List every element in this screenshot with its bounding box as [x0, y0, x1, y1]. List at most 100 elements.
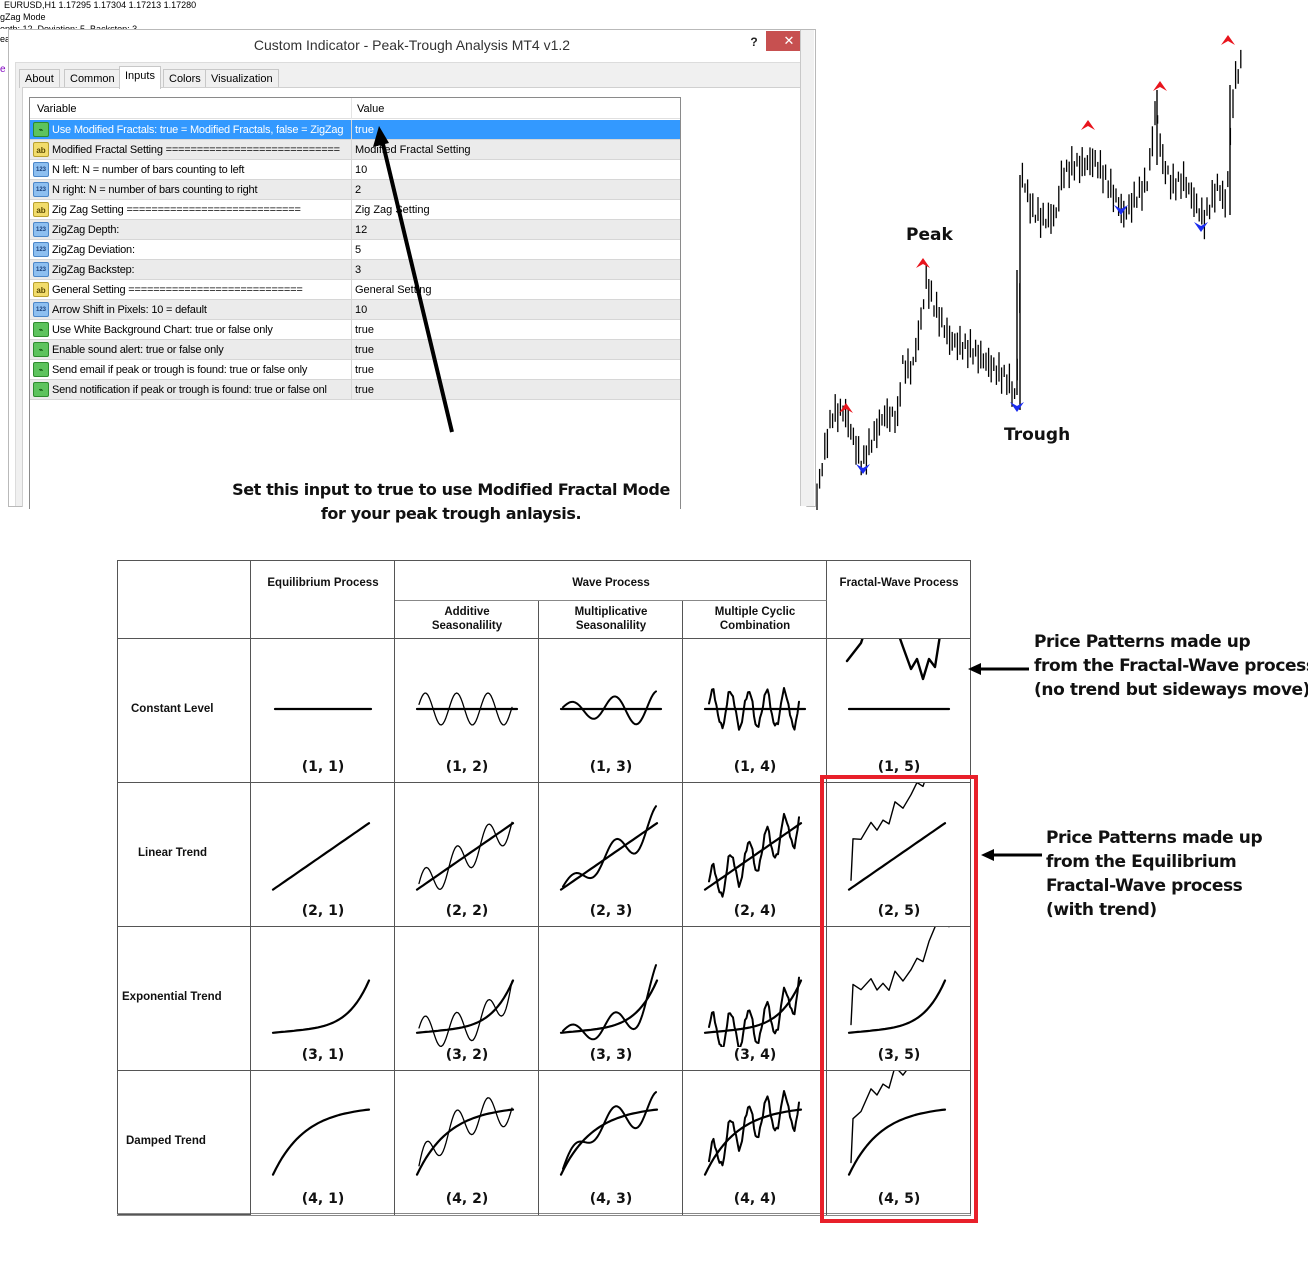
pattern-sketch: [271, 979, 371, 1034]
pattern-sketch: [559, 690, 663, 726]
header-additive: Additive Seasonalility: [395, 601, 539, 639]
row-label: Constant Level: [131, 703, 214, 715]
note-efw-line-3: Fractal-Wave process: [1046, 876, 1243, 896]
cell-coordinate-label: (1, 4): [733, 759, 777, 775]
cell-coordinate-label: (1, 1): [301, 759, 345, 775]
header-additive-l1: Additive: [444, 606, 490, 618]
row-label: Damped Trend: [126, 1135, 206, 1147]
peak-arrow-icon: [1081, 120, 1095, 130]
trend-line: [559, 822, 659, 891]
seasonal-wave: [562, 964, 657, 1041]
pattern-cell: (1, 5): [827, 639, 971, 783]
pattern-cell: (4, 1): [251, 1071, 395, 1215]
pattern-cell: (3, 3): [539, 927, 683, 1071]
cell-coordinate-label: (2, 1): [301, 903, 345, 919]
pattern-sketch: [559, 964, 659, 1041]
pattern-cell: (1, 4): [683, 639, 827, 783]
seasonal-wave: [418, 1097, 513, 1167]
cell-coordinate-label: (4, 2): [445, 1191, 489, 1207]
cell-coordinate-label: (1, 2): [445, 759, 489, 775]
pattern-cell: (1, 2): [395, 639, 539, 783]
pattern-cell: (4, 4): [683, 1071, 827, 1215]
cyclic-wave: [708, 812, 800, 898]
pattern-cell: (2, 4): [683, 783, 827, 927]
pointer-arrow-icon: [373, 126, 454, 433]
trend-line: [271, 1108, 371, 1176]
header-wave-label: Wave Process: [572, 577, 650, 589]
header-cyclic-l1: Multiple Cyclic: [714, 606, 796, 618]
header-additive-l2: Seasonalility: [431, 620, 503, 632]
row-header-cell: Linear Trend: [118, 783, 251, 927]
cell-coordinate-label: (2, 2): [445, 903, 489, 919]
header-equilibrium-label: Equilibrium Process: [267, 577, 379, 589]
note-equilibrium-fractal-wave: Price Patterns made up from the Equilibr…: [1046, 826, 1263, 922]
note-arrow-icon: [968, 663, 1029, 675]
pattern-sketch: [703, 1090, 803, 1176]
pattern-sketch: [559, 1091, 659, 1176]
custom-indicator-dialog: Custom Indicator - Peak-Trough Analysis …: [8, 29, 816, 523]
cyclic-wave: [708, 976, 800, 1047]
pattern-cell: (1, 1): [251, 639, 395, 783]
pattern-cell: (4, 2): [395, 1071, 539, 1215]
pattern-sketch: [415, 692, 519, 726]
pattern-sketch: [703, 976, 803, 1047]
fractal-wave: [845, 639, 941, 681]
trough-arrow-icon: [1194, 222, 1208, 232]
note-fw-line-1: Price Patterns made up: [1034, 632, 1251, 652]
row-header-cell: Constant Level: [118, 639, 251, 783]
cell-coordinate-label: (3, 4): [733, 1047, 777, 1063]
header-fractal-wave: Fractal-Wave Process: [827, 561, 971, 639]
pattern-sketch: [271, 1108, 371, 1176]
peak-arrow-icon: [1153, 81, 1167, 91]
pattern-cell: (2, 2): [395, 783, 539, 927]
trough-arrow-icon: [1010, 402, 1024, 412]
note-arrow-icon-2: [981, 849, 1042, 861]
pattern-cell: (3, 1): [251, 927, 395, 1071]
trough-label: Trough: [1004, 425, 1071, 445]
row-header-cell: Damped Trend: [118, 1071, 251, 1215]
cell-coordinate-label: (3, 3): [589, 1047, 633, 1063]
seasonal-wave: [562, 690, 657, 726]
pattern-cell: (4, 3): [539, 1071, 683, 1215]
note-fw-line-2: from the Fractal-Wave process: [1034, 656, 1308, 676]
header-fractal-wave-label: Fractal-Wave Process: [839, 577, 959, 589]
seasonal-wave: [418, 980, 513, 1047]
note-efw-line-4: (with trend): [1046, 900, 1157, 920]
trough-arrow-icon: [856, 464, 870, 474]
row-label: Exponential Trend: [122, 991, 222, 1003]
pattern-sketch: [703, 812, 803, 898]
peak-arrow-icon: [1221, 35, 1235, 45]
note-fw-line-3: (no trend but sideways move): [1034, 680, 1308, 700]
note-efw-line-2: from the Equilibrium: [1046, 852, 1237, 872]
trend-line: [271, 822, 371, 891]
pattern-sketch: [415, 979, 515, 1047]
header-multiplicative-l1: Multiplicative: [574, 606, 648, 618]
mode-label: gZag Mode: [0, 12, 46, 22]
pattern-sketch: [273, 707, 373, 711]
cell-coordinate-label: (2, 4): [733, 903, 777, 919]
header-multiplicative: Multiplicative Seasonalility: [539, 601, 683, 639]
pattern-cell: (2, 3): [539, 783, 683, 927]
pattern-cell: (1, 3): [539, 639, 683, 783]
highlight-box: [820, 775, 978, 1223]
seasonal-wave: [562, 805, 657, 888]
pattern-sketch: [415, 821, 515, 891]
header-equilibrium: Equilibrium Process: [251, 561, 395, 639]
header-wave: Wave Process: [395, 561, 827, 601]
header-corner: [118, 561, 251, 639]
pattern-cell: (3, 4): [683, 927, 827, 1071]
pattern-sketch: [703, 687, 807, 731]
row-header-cell: Exponential Trend: [118, 927, 251, 1071]
cell-coordinate-label: (3, 2): [445, 1047, 489, 1063]
cell-coordinate-label: (2, 3): [589, 903, 633, 919]
note-fractal-wave: Price Patterns made up from the Fractal-…: [1034, 630, 1308, 702]
cell-coordinate-label: (4, 1): [301, 1191, 345, 1207]
cell-coordinate-label: (4, 4): [733, 1191, 777, 1207]
pattern-cell: (3, 2): [395, 927, 539, 1071]
cell-coordinate-label: (4, 3): [589, 1191, 633, 1207]
price-chart: Peak Trough: [812, 25, 1252, 513]
tab-inputs[interactable]: Inputs: [119, 66, 161, 89]
cell-coordinate-label: (1, 5): [877, 759, 921, 775]
header-cyclic-l2: Combination: [719, 620, 791, 632]
cyclic-wave: [708, 1090, 800, 1167]
